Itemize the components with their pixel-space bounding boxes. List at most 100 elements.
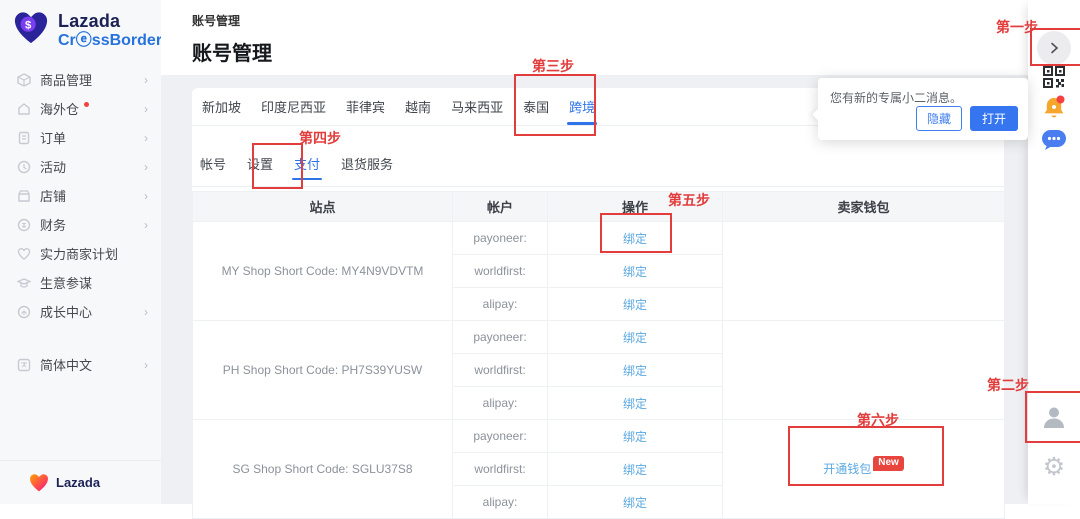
wallet-cell-my	[722, 221, 1005, 321]
account-type: worldfirst:	[452, 452, 548, 486]
qr-code-icon[interactable]	[1043, 66, 1065, 93]
chevron-right-icon	[1051, 42, 1059, 54]
sidebar-item-overseas-warehouse[interactable]: 海外仓 ›	[0, 94, 161, 123]
chevron-right-icon: ›	[144, 217, 148, 232]
chevron-right-icon: ›	[144, 101, 148, 116]
lazada-heart-gradient-icon	[30, 473, 48, 491]
growth-icon	[17, 305, 31, 319]
step-2-label: 第二步	[987, 379, 1029, 394]
brand-name: Lazada	[58, 11, 121, 31]
step-6-label: 第六步	[857, 414, 899, 429]
tab-singapore[interactable]: 新加坡	[200, 88, 243, 125]
bind-link[interactable]: 绑定	[623, 397, 647, 411]
chevron-right-icon: ›	[144, 159, 148, 174]
right-toolbar: ⚙	[1028, 0, 1080, 504]
lazada-footer-logo: Lazada	[0, 460, 161, 504]
subtab-payment[interactable]: 支付	[292, 154, 323, 180]
lazada-heart-icon: $	[14, 12, 48, 44]
sidebar-item-orders[interactable]: 订单 ›	[0, 123, 161, 152]
account-type: worldfirst:	[452, 353, 548, 387]
settings-gear-icon[interactable]: ⚙	[1043, 455, 1065, 480]
sidebar-item-finance[interactable]: 财务 ›	[0, 210, 161, 239]
col-header-account: 帐户	[452, 191, 548, 222]
site-code-my: MY Shop Short Code: MY4N9VDVTM	[192, 221, 453, 321]
bind-link[interactable]: 绑定	[623, 463, 647, 477]
bind-link[interactable]: 绑定	[623, 298, 647, 312]
brand-subname: CrⓔssBorder	[58, 31, 163, 49]
account-type: payoneer:	[452, 320, 548, 354]
tab-crossborder[interactable]: 跨境	[567, 88, 598, 125]
subtab-settings[interactable]: 设置	[245, 154, 275, 177]
open-wallet-link[interactable]: 开通钱包	[823, 462, 871, 476]
bind-link[interactable]: 绑定	[623, 496, 647, 510]
sidebar-item-business-advisor[interactable]: 生意参谋	[0, 268, 161, 297]
bind-link[interactable]: 绑定	[623, 364, 647, 378]
table-row: MY Shop Short Code: MY4N9VDVTM payoneer:…	[192, 221, 1005, 321]
sidebar-item-store[interactable]: 店铺 ›	[0, 181, 161, 210]
chevron-right-icon: ›	[144, 357, 148, 372]
step-3-label: 第三步	[532, 60, 574, 75]
cube-icon	[17, 73, 31, 87]
wallet-cell-ph	[722, 320, 1005, 420]
activity-icon	[17, 160, 31, 174]
sidebar-item-campaigns[interactable]: 活动 ›	[0, 152, 161, 181]
account-type: worldfirst:	[452, 254, 548, 288]
chevron-right-icon: ›	[144, 72, 148, 87]
chevron-right-icon: ›	[144, 130, 148, 145]
message-popup: 您有新的专属小二消息。 隐藏 打开	[812, 78, 1028, 140]
collapse-panel-button[interactable]	[1037, 31, 1071, 65]
notification-bell-icon[interactable]	[1041, 94, 1067, 126]
account-type: alipay:	[452, 287, 548, 321]
sidebar-item-language[interactable]: 简体中文 ›	[0, 350, 161, 379]
table-row: PH Shop Short Code: PH7S39YUSW payoneer:…	[192, 320, 1005, 420]
hide-button[interactable]: 隐藏	[915, 106, 962, 131]
sidebar-item-growth-center[interactable]: 成长中心 ›	[0, 297, 161, 326]
chevron-right-icon: ›	[144, 304, 148, 319]
lazada-crossborder-logo: $ Lazada CrⓔssBorder	[0, 0, 163, 49]
open-button[interactable]: 打开	[969, 106, 1018, 131]
bind-link[interactable]: 绑定	[623, 430, 647, 444]
bind-link[interactable]: 绑定	[623, 265, 647, 279]
sidebar-item-power-merchant-program[interactable]: 实力商家计划	[0, 239, 161, 268]
graduation-cap-icon	[17, 276, 31, 290]
account-type: alipay:	[452, 485, 548, 519]
account-type: alipay:	[452, 386, 548, 420]
bind-link[interactable]: 绑定	[623, 232, 647, 246]
account-management-card: 新加坡 印度尼西亚 菲律宾 越南 马来西亚 泰国 跨境 帐号 设置 支付 退货服…	[192, 88, 1005, 519]
page-title: 账号管理	[192, 43, 272, 65]
account-type: payoneer:	[452, 419, 548, 453]
new-badge: New	[873, 455, 904, 471]
sidebar: $ Lazada CrⓔssBorder 商品管理 › 海外仓 › 订单 › 活…	[0, 0, 163, 504]
tab-philippines[interactable]: 菲律宾	[344, 88, 387, 125]
step-5-label: 第五步	[668, 194, 710, 209]
medal-icon	[17, 247, 31, 261]
notification-dot	[84, 102, 90, 108]
payment-accounts-table: 站点 帐户 操作 卖家钱包 MY Shop Short Code: MY4N9V…	[192, 191, 1005, 519]
step-1-label: 第一步	[996, 21, 1038, 36]
bind-link[interactable]: 绑定	[623, 331, 647, 345]
breadcrumb: 账号管理	[192, 14, 241, 28]
language-icon	[17, 358, 31, 372]
sidebar-item-products[interactable]: 商品管理 ›	[0, 65, 161, 94]
chevron-right-icon: ›	[144, 188, 148, 203]
subtab-account[interactable]: 帐号	[198, 154, 228, 177]
account-type: payoneer:	[452, 221, 548, 255]
document-icon	[17, 131, 31, 145]
tab-malaysia[interactable]: 马来西亚	[449, 88, 505, 125]
step-4-label: 第四步	[299, 132, 341, 147]
chat-bubble-icon[interactable]	[1041, 128, 1067, 157]
coin-icon	[17, 218, 31, 232]
popup-message: 您有新的专属小二消息。	[830, 91, 963, 105]
tab-thailand[interactable]: 泰国	[521, 88, 551, 125]
tab-vietnam[interactable]: 越南	[403, 88, 433, 125]
user-profile-icon[interactable]	[1040, 403, 1068, 436]
footer-brand-name: Lazada	[56, 475, 101, 490]
subtab-return-service[interactable]: 退货服务	[339, 154, 395, 177]
shop-icon	[17, 189, 31, 203]
warehouse-icon	[17, 102, 31, 116]
site-code-ph: PH Shop Short Code: PH7S39YUSW	[192, 320, 453, 420]
sidebar-nav: 商品管理 › 海外仓 › 订单 › 活动 › 店铺 › 财务 › 实力商家计划 …	[0, 65, 161, 379]
col-header-site: 站点	[192, 191, 453, 222]
tab-indonesia[interactable]: 印度尼西亚	[259, 88, 328, 125]
svg-text:$: $	[25, 19, 32, 31]
